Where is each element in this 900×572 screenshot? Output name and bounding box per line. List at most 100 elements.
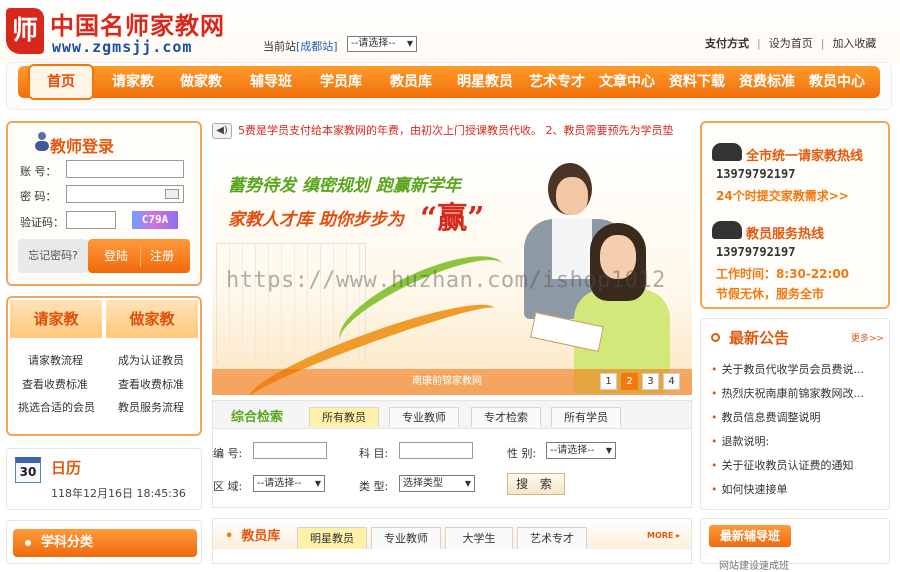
search-title: 综合检索 <box>231 410 284 425</box>
captcha-label: 验证码： <box>20 216 64 229</box>
gender-select-value: --请选择-- <box>550 445 595 456</box>
subject-input[interactable] <box>399 442 473 459</box>
keyboard-icon[interactable] <box>165 189 179 199</box>
gender-select[interactable]: --请选择-- ▼ <box>546 442 616 459</box>
nav-item-star-teachers[interactable]: 明星教员 <box>450 66 520 98</box>
hotline-number: 13979792197 <box>716 167 796 181</box>
news-item[interactable]: • 热烈庆祝南康前锦家教网改... <box>711 385 883 401</box>
captcha-input[interactable] <box>66 211 116 229</box>
banner-page-3[interactable]: 3 <box>642 373 659 390</box>
payment-link[interactable]: 支付方式 <box>705 37 749 50</box>
tab-all-students[interactable]: 所有学员 <box>551 407 621 427</box>
subject-category-panel: 学科分类 <box>6 520 202 564</box>
nav-item-articles[interactable]: 文章中心 <box>592 66 662 98</box>
latest-news-panel: 最新公告 更多>> • 关于教员代收学员会员费说... • 热烈庆祝南康前锦家教网改… <box>700 318 890 510</box>
nav-item-fees[interactable]: 资费标准 <box>732 66 802 98</box>
pick-member-link[interactable]: 挑选合适的会员 <box>18 399 95 415</box>
banner-slogan-2: 家教人才库 助你步步为 <box>228 210 404 230</box>
city-select[interactable]: --请选择-- ▼ <box>347 36 417 52</box>
banner-page-2[interactable]: 2 <box>621 373 638 390</box>
user-icon <box>35 132 49 151</box>
tab-talent[interactable]: 专才检索 <box>471 407 541 427</box>
teacher-library-title-text: 教员库 <box>241 529 281 544</box>
chevron-down-icon: ▼ <box>464 479 471 488</box>
news-item[interactable]: • 教员信息费调整说明 <box>711 409 883 425</box>
station-city-link[interactable]: [成都站] <box>296 40 338 53</box>
tutoring-classes-panel: 最新辅导班 网站建设速成班 <box>700 518 890 572</box>
nav-item-home[interactable]: 首页 <box>28 64 94 100</box>
number-label: 编 号: <box>213 447 243 460</box>
news-item[interactable]: • 关于教员代收学员会员费说... <box>711 361 883 377</box>
tab-all-teachers[interactable]: 所有教员 <box>309 407 379 427</box>
login-button-group: 登陆 注册 <box>88 239 190 273</box>
chevron-down-icon: ▼ <box>605 446 612 455</box>
hotline-panel: 全市统一请家教热线 13979792197 24个时提交家教需求>> 教员服务热… <box>700 121 890 309</box>
request-tutor-header[interactable]: 请家教 <box>10 300 102 338</box>
teacher-library-header: • 教员库 明星教员 专业教师 大学生 艺术专才 MORE ▸ <box>213 519 691 549</box>
subject-category-title: 学科分类 <box>41 535 94 550</box>
logo-url: www.zgmsjj.com <box>52 38 193 56</box>
tab-star-teachers[interactable]: 明星教员 <box>297 527 367 549</box>
tab-art-talent[interactable]: 艺术专才 <box>517 527 587 549</box>
submit-request-link[interactable]: 24个时提交家教需求>> <box>716 187 849 204</box>
search-tabs: 综合检索 所有教员 专业教师 专才检索 所有学员 <box>213 401 691 429</box>
area-select-value: --请选择-- <box>257 478 302 489</box>
banner-page-1[interactable]: 1 <box>600 373 617 390</box>
tutoring-class-item[interactable]: 网站建设速成班 <box>719 557 789 572</box>
nav-item-be-tutor[interactable]: 做家教 <box>174 66 228 98</box>
be-tutor-header[interactable]: 做家教 <box>106 300 198 338</box>
current-station: 当前站[成都站] <box>263 38 338 54</box>
login-button[interactable]: 登陆 <box>104 239 128 273</box>
tab-professional[interactable]: 专业教师 <box>389 407 459 427</box>
nav-item-students[interactable]: 学员库 <box>314 66 368 98</box>
search-button[interactable]: 搜 索 <box>507 473 565 495</box>
area-select[interactable]: --请选择-- ▼ <box>253 475 325 492</box>
tutoring-classes-header[interactable]: 最新辅导班 <box>709 525 791 547</box>
nav-item-downloads[interactable]: 资料下载 <box>662 66 732 98</box>
number-input[interactable] <box>253 442 327 459</box>
station-label: 当前站 <box>263 40 296 53</box>
type-select-value: 选择类型 <box>403 478 443 489</box>
tutor-fees-link[interactable]: 查看收费标准 <box>118 376 184 392</box>
account-input[interactable] <box>66 160 184 178</box>
register-button[interactable]: 注册 <box>150 239 174 273</box>
type-label: 类 型: <box>359 480 389 493</box>
logo-title[interactable]: 中国名师家教网 <box>50 6 225 41</box>
type-select[interactable]: 选择类型 ▼ <box>399 475 475 492</box>
logo-mark[interactable]: 师 <box>6 8 44 54</box>
teacher-login-panel: 教师登录 账 号： 密 码： 验证码： C79A 忘记密码? 登陆 注册 <box>6 121 202 286</box>
tutor-process-link[interactable]: 教员服务流程 <box>118 399 184 415</box>
forgot-password-link[interactable]: 忘记密码? <box>18 239 88 273</box>
watermark-text: https://www.huzhan.com/ishop1012 <box>226 268 666 293</box>
nav-item-teachers[interactable]: 教员库 <box>384 66 438 98</box>
news-item[interactable]: • 退款说明: <box>711 433 883 449</box>
teachers-more-link[interactable]: MORE ▸ <box>647 531 680 540</box>
request-process-link[interactable]: 请家教流程 <box>28 352 83 368</box>
notice-marquee[interactable]: 5费是学员支付给本家教网的年费，由初次上门授课教员代收。 2、教员需要预先为学员… <box>212 121 692 141</box>
subject-category-header[interactable]: 学科分类 <box>13 529 197 557</box>
news-item[interactable]: • 如何快速接单 <box>711 481 883 497</box>
tab-college[interactable]: 大学生 <box>445 527 513 549</box>
tab-pro-teachers[interactable]: 专业教师 <box>371 527 441 549</box>
nav-item-teacher-center[interactable]: 教员中心 <box>802 66 872 98</box>
become-certified-link[interactable]: 成为认证教员 <box>118 352 184 368</box>
bullet-icon <box>25 540 31 546</box>
gender-label: 性 别: <box>507 447 537 460</box>
nav-item-classes[interactable]: 辅导班 <box>244 66 298 98</box>
teacher-library-title: • 教员库 <box>225 525 280 544</box>
captcha-image[interactable]: C79A <box>132 211 178 229</box>
set-homepage-link[interactable]: 设为首页 <box>769 37 813 50</box>
calendar-icon: 30 <box>15 457 41 483</box>
phone-icon <box>712 221 742 239</box>
nav-item-art[interactable]: 艺术专才 <box>522 66 592 98</box>
nav-item-request-tutor[interactable]: 请家教 <box>106 66 160 98</box>
working-hours: 工作时间：8:30-22:00 <box>716 267 850 281</box>
chevron-down-icon: ▼ <box>406 39 413 48</box>
request-fees-link[interactable]: 查看收费标准 <box>22 376 88 392</box>
password-input[interactable] <box>66 185 184 203</box>
add-favorite-link[interactable]: 加入收藏 <box>832 37 876 50</box>
banner-page-4[interactable]: 4 <box>663 373 680 390</box>
news-more-link[interactable]: 更多>> <box>851 331 884 344</box>
news-item[interactable]: • 关于征收教员认证费的通知 <box>711 457 883 473</box>
news-title: 最新公告 <box>729 329 790 347</box>
